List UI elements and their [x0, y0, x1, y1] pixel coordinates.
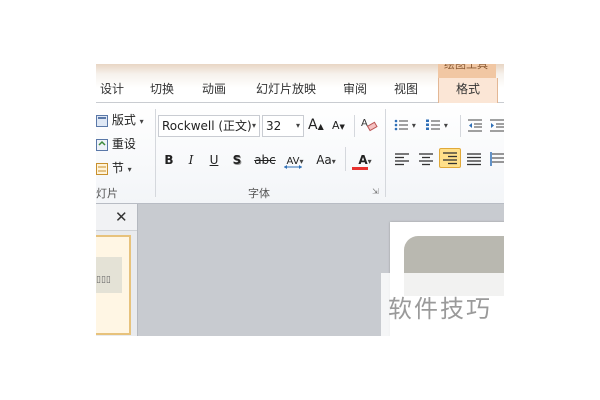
watermark: 软件技巧 — [381, 273, 505, 336]
align-right-button[interactable] — [439, 148, 461, 168]
shrink-font-button[interactable]: A▼ — [332, 119, 345, 132]
section-button[interactable]: 节 ▾ — [96, 159, 132, 176]
reset-label: 重设 — [111, 137, 136, 151]
reset-button[interactable]: 重设 — [96, 135, 136, 152]
tab-transitions[interactable]: 切换 — [150, 80, 174, 97]
font-size-value: 32 — [266, 119, 282, 133]
text-shadow-button[interactable]: S — [230, 150, 244, 170]
tab-slideshow[interactable]: 幻灯片放映 — [256, 80, 316, 97]
underline-button[interactable]: U — [207, 150, 221, 170]
tab-format-label: 格式 — [456, 82, 481, 96]
decrease-indent-icon — [468, 119, 482, 131]
bullets-button[interactable]: ▾ — [394, 117, 416, 132]
bullet-list-icon — [394, 119, 408, 130]
context-group-label: 绘图工具 — [444, 64, 488, 71]
font-name-combobox[interactable]: Rockwell (正文) ▾ — [158, 115, 260, 137]
slide-thumbnail-panel: ✕ ▯▯▯ — [96, 204, 138, 336]
align-right-icon — [443, 152, 457, 165]
slides-group-label: 灯片 — [96, 187, 118, 200]
ribbon: 版式 ▾ 重设 节 ▾ 灯片 Rockwell (正文) ▾ 32 ▾ A▲ A… — [96, 103, 504, 204]
tab-view[interactable]: 视图 — [394, 80, 418, 97]
italic-button[interactable]: I — [184, 150, 198, 170]
clear-format-button[interactable]: A — [360, 115, 378, 133]
chevron-down-icon: ▾ — [367, 157, 372, 166]
grow-font-label: A — [308, 117, 318, 133]
numbering-button[interactable]: ▾ — [426, 117, 448, 132]
grow-font-button[interactable]: A▲ — [308, 117, 324, 133]
increase-indent-icon — [490, 119, 504, 131]
align-left-icon — [395, 153, 409, 166]
ribbon-tab-strip: 设计 切换 动画 幻灯片放映 审阅 视图 绘图工具 格式 — [96, 64, 504, 103]
chevron-down-icon: ▾ — [443, 121, 448, 130]
group-divider — [155, 109, 156, 197]
align-center-icon — [419, 153, 433, 166]
font-name-value: Rockwell (正文) — [162, 119, 252, 133]
chevron-down-icon: ▾ — [127, 165, 132, 174]
arrow-up-icon: ▲ — [317, 122, 324, 131]
spacing-arrows-icon — [284, 165, 302, 169]
font-group-label: 字体 — [248, 187, 270, 200]
close-icon[interactable]: ✕ — [115, 208, 128, 226]
clear-format-glyph: A — [361, 118, 368, 129]
change-case-button[interactable]: Aa▾ — [312, 150, 340, 170]
align-left-button[interactable] — [394, 151, 410, 167]
toolbar-divider — [345, 147, 346, 171]
chevron-down-icon: ▾ — [251, 121, 256, 130]
dialog-launcher-icon[interactable]: ⇲ — [372, 187, 379, 196]
bold-button[interactable]: B — [162, 150, 176, 170]
numbered-list-icon — [426, 119, 440, 130]
character-spacing-button[interactable]: AV▾ — [282, 150, 308, 170]
justify-button[interactable] — [466, 151, 482, 167]
font-color-label: A — [358, 153, 368, 167]
watermark-text: 软件技巧 — [388, 295, 492, 323]
decrease-indent-button[interactable] — [468, 117, 482, 132]
font-color-swatch — [352, 167, 368, 170]
chevron-down-icon: ▾ — [331, 157, 336, 166]
columns-button[interactable] — [490, 151, 504, 167]
clear-format-icon: A — [361, 118, 378, 132]
section-icon — [96, 162, 108, 175]
arrow-down-icon: ▼ — [339, 123, 345, 131]
chevron-down-icon: ▾ — [139, 117, 144, 126]
toolbar-divider — [354, 115, 355, 137]
chevron-down-icon: ▾ — [411, 121, 416, 130]
section-label: 节 — [111, 161, 124, 175]
columns-icon — [490, 152, 504, 166]
tab-design[interactable]: 设计 — [100, 80, 124, 97]
shrink-font-label: A — [332, 119, 340, 132]
align-center-button[interactable] — [418, 151, 434, 167]
thumbnail-marker-icon: ▯▯▯ — [96, 275, 111, 285]
justify-icon — [467, 153, 481, 166]
reset-icon — [96, 138, 108, 151]
toolbar-divider — [460, 115, 461, 137]
tab-format[interactable]: 格式 — [438, 78, 498, 103]
tab-animations[interactable]: 动画 — [202, 80, 226, 97]
font-size-combobox[interactable]: 32 ▾ — [262, 115, 304, 137]
slide-thumbnail[interactable]: ▯▯▯ — [96, 235, 131, 335]
tab-review[interactable]: 审阅 — [343, 80, 367, 97]
font-color-button[interactable]: A▾ — [350, 150, 380, 170]
layout-button[interactable]: 版式 ▾ — [96, 111, 144, 128]
strikethrough-button[interactable]: abc — [254, 150, 276, 170]
change-case-label: Aa — [316, 153, 332, 167]
group-divider — [385, 109, 386, 197]
increase-indent-button[interactable] — [490, 117, 504, 132]
context-tab-group: 绘图工具 — [438, 64, 496, 78]
layout-label: 版式 — [111, 113, 136, 127]
chevron-down-icon: ▾ — [295, 121, 300, 130]
layout-icon — [96, 114, 108, 127]
